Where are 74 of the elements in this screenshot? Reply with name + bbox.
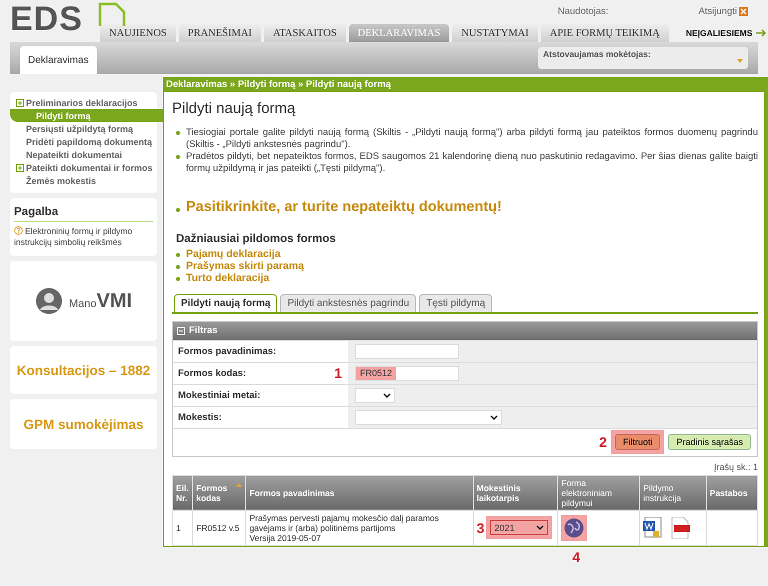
nav-tab[interactable]: NUSTATYMAI (452, 24, 538, 42)
sidebar-item[interactable]: Žemės mokestis (10, 174, 163, 187)
filter-header[interactable]: Filtras (173, 322, 757, 340)
document-icon (98, 2, 126, 28)
chevron-down-icon (536, 525, 544, 530)
promo-text: GPM sumokėjimas (23, 416, 144, 432)
collapse-icon (177, 326, 185, 335)
form-name: Prašymas pervesti pajamų mokesčio dalį paramos gavėjams ir (arba) politinėms partijoms (249, 512, 440, 533)
caret-icon (737, 59, 743, 63)
column-header: Eil. Nr. (176, 482, 189, 503)
eds-logo: EDS (10, 2, 83, 36)
form-version: Versija 2019-05-07 (249, 532, 321, 543)
sort-arrow-icon (236, 482, 242, 487)
nav-tab[interactable]: NAUJIENOS (100, 24, 176, 42)
help-link[interactable]: Elektroninių formų ir pildymo instrukcijų simbolių reikšmės (14, 226, 153, 248)
help-title: Pagalba (14, 206, 153, 222)
mano-vmi-banner[interactable]: ManoVMI (10, 261, 157, 342)
table-cell-text: FR0512 v.5 (196, 522, 241, 533)
question-icon (14, 226, 23, 235)
sidebar-item[interactable]: Nepateikti dokumentai (10, 148, 163, 161)
tab[interactable]: Pildyti naują formą (174, 294, 278, 312)
period-select[interactable]: 2021 (490, 520, 548, 536)
column-header: Pastabos (710, 488, 748, 498)
record-count: Įrašų sk.: 1 (712, 462, 758, 472)
filter-button[interactable]: Filtruoti (614, 434, 660, 450)
word-document-icon[interactable] (643, 516, 664, 539)
close-icon (739, 7, 748, 16)
annotation-number: 2 (599, 434, 607, 450)
nav-tab[interactable]: PRANEŠIMAI (178, 24, 261, 42)
annotation-number: 4 (572, 548, 580, 565)
logo-prefix: Mano (68, 298, 96, 310)
chevron-down-icon (490, 414, 498, 420)
page-title: Pildyti naują formą (172, 100, 296, 117)
column-header: Forma elektroniniam pildymui (561, 478, 612, 508)
chevron-down-icon (383, 392, 391, 398)
section-tab[interactable]: Deklaravimas (20, 46, 97, 74)
nav-tab[interactable]: APIE FORMŲ TEIKIMĄ (540, 24, 669, 42)
input-field[interactable] (355, 344, 459, 359)
field-label: Formos pavadinimas: (178, 346, 276, 357)
sidebar-item[interactable]: Pateikti dokumentai ir formos (10, 161, 163, 174)
breadcrumb: Deklaravimas » Pildyti formą » Pildyti naują formą (164, 77, 764, 92)
sidebar-item[interactable]: Preliminarios deklaracijos (10, 96, 163, 109)
nav-tab[interactable]: ATASKAITOS (264, 24, 346, 42)
select-field[interactable] (355, 410, 502, 425)
annotation-number: 3 (476, 520, 484, 536)
promo-text: Konsultacijos – 1882 (16, 362, 150, 378)
column-header: Formos pavadinimas (249, 488, 334, 498)
logo-text: VMI (96, 290, 132, 312)
table-cell-text: 1 (176, 522, 182, 533)
reset-button[interactable]: Pradinis sąrašas (668, 434, 751, 450)
accessibility-link[interactable]: NEĮGALIESIEMS (686, 28, 768, 38)
section-heading: Dažniausiai pildomos formos (176, 232, 337, 244)
column-header: Formos kodas (196, 482, 228, 503)
payer-select[interactable]: Atstovaujamas mokėtojas: (538, 47, 748, 69)
annotation-number: 1 (334, 365, 342, 382)
tab[interactable]: Pildyti ankstesnės pagrindu (280, 294, 416, 312)
sidebar-item[interactable]: Pridėti papildomą dokumentą (10, 135, 163, 148)
user-label: Naudotojas: (558, 6, 608, 17)
field-label: Formos kodas: (178, 368, 246, 379)
field-label: Mokestiniai metai: (178, 390, 260, 401)
user-silhouette-icon (34, 287, 63, 316)
pdf-icon[interactable] (669, 516, 692, 539)
select-field[interactable] (355, 388, 395, 403)
info-text: Tiesiogiai portale galite pildyti naują formą (Skiltis - „Pildyti naują formą") arba pildyti formą jau pateiktos formos duomenų pagrindu (Skiltis - „Pildyti ankstesnės pagrindu"). (186, 127, 758, 150)
logout-link[interactable]: Atsijungti (698, 6, 748, 17)
arrow-right-icon (756, 29, 768, 37)
column-header: Pildymo instrukcija (643, 482, 682, 503)
tab[interactable]: Tęsti pildymą (419, 294, 492, 312)
field-label: Mokestis: (178, 412, 222, 423)
sidebar-item[interactable]: Persiųsti užpildytą formą (10, 122, 163, 135)
info-text: Pradėtos pildyti, bet nepateiktos formos, EDS saugomos 21 kalendorinę dieną nuo paskutinio redagavimo. Per šias dienas galite baigti formų užpildymą ir jas pateikti („Tęsti pildymą"). (186, 150, 758, 174)
column-header: Mokestinis laikotarpis (476, 482, 521, 503)
globe-icon[interactable] (564, 518, 584, 538)
input-field[interactable]: FR0512 (355, 366, 459, 381)
